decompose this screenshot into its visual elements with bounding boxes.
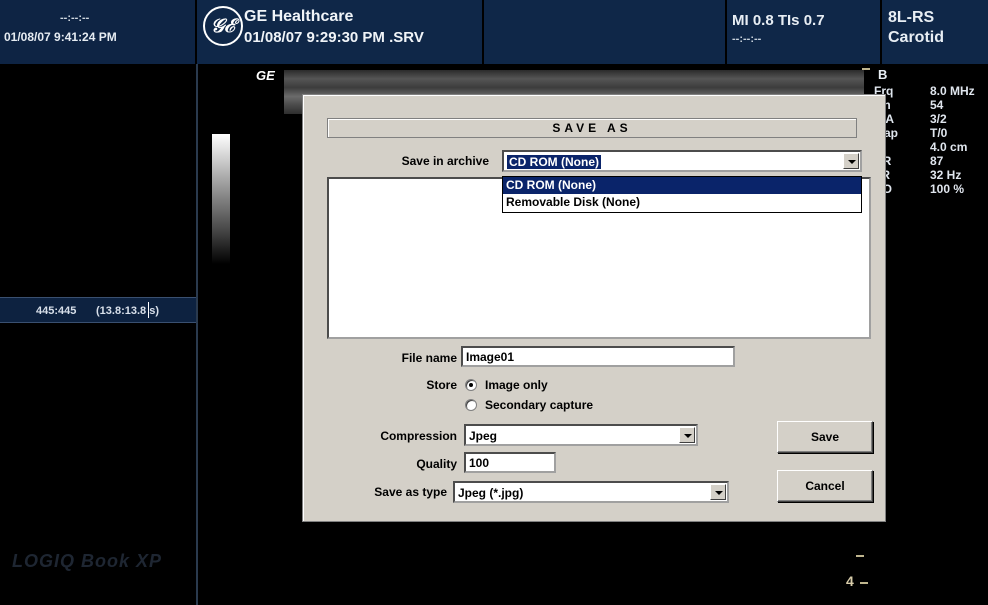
probe-panel: 8L-RS Carotid (882, 0, 988, 64)
parameters-panel: B Frq 8.0 MHz Gn 54 E/A 3/2 Map T/0 D 4.… (874, 64, 988, 605)
store-secondary-capture-radio[interactable] (465, 399, 477, 411)
depth-marker: 4 (846, 573, 854, 589)
save-as-dialog: SAVE AS Save in archive CD ROM (None) CD… (302, 94, 886, 522)
preset-name: Carotid (888, 29, 944, 46)
left-panel: 445:445 (13.8:13.8 s) LOGIQ Book XP (0, 64, 198, 605)
store-option-label[interactable]: Image only (485, 378, 548, 392)
archive-selected-value: CD ROM (None) (506, 154, 602, 170)
chevron-down-icon[interactable] (710, 484, 726, 500)
header-spacer (484, 0, 727, 64)
probe-name: 8L-RS (888, 9, 935, 26)
param-value: 4.0 cm (930, 140, 968, 154)
exam-datetime: 01/08/07 9:29:30 PM .SRV (244, 29, 424, 46)
cine-time: (13.8:13.8 s) (96, 305, 159, 317)
top-status-bar: --:--:-- 01/08/07 9:41:24 PM 𝒢ℰ GE Healt… (0, 0, 988, 64)
archive-select[interactable]: CD ROM (None) (502, 150, 862, 172)
param-row: DR 87 (874, 154, 988, 168)
mode-label: B (878, 67, 888, 82)
param-row: AO 100 % (874, 182, 988, 196)
file-name-label: File name (401, 351, 457, 365)
cine-frame-count: 445:445 (36, 305, 77, 317)
ge-logo-icon: 𝒢ℰ (203, 6, 243, 46)
mi-tis-readout: MI 0.8 TIs 0.7 (732, 12, 825, 29)
quality-label: Quality (416, 457, 457, 471)
param-value: 32 Hz (930, 168, 962, 182)
save-button[interactable]: Save (777, 421, 873, 453)
param-value: 8.0 MHz (930, 84, 975, 98)
store-label: Store (426, 378, 457, 392)
save-as-type-label: Save as type (374, 485, 447, 499)
compression-label: Compression (380, 429, 457, 443)
cine-bar[interactable]: 445:445 (13.8:13.8 s) (0, 297, 196, 323)
grayscale-bar (212, 134, 230, 264)
param-row: FR 32 Hz (874, 168, 988, 182)
chevron-down-icon[interactable] (843, 153, 859, 169)
depth-tick (862, 68, 870, 70)
depth-tick (856, 555, 864, 557)
file-name-field[interactable]: Image01 (461, 346, 735, 367)
archive-option[interactable]: CD ROM (None) (503, 177, 861, 194)
param-value: T/0 (930, 126, 948, 140)
mi-sub-readout: --:--:-- (732, 33, 762, 45)
param-value: 100 % (930, 182, 965, 196)
store-image-only-radio[interactable] (465, 379, 477, 391)
compression-select[interactable]: Jpeg (464, 424, 698, 446)
save-as-type-value: Jpeg (*.jpg) (458, 486, 524, 500)
cine-cursor[interactable] (148, 302, 149, 318)
param-row: Gn 54 (874, 98, 988, 112)
mi-tis-panel: MI 0.8 TIs 0.7 --:--:-- (727, 0, 882, 64)
current-datetime: 01/08/07 9:41:24 PM (4, 30, 117, 44)
quality-field[interactable]: 100 (464, 452, 556, 473)
param-row: E/A 3/2 (874, 112, 988, 126)
system-watermark: LOGIQ Book XP (12, 551, 163, 571)
store-option-label[interactable]: Secondary capture (485, 398, 593, 412)
dialog-title: SAVE AS (327, 118, 857, 138)
patient-header: 𝒢ℰ GE Healthcare 01/08/07 9:29:30 PM .SR… (197, 0, 484, 64)
param-value: 87 (930, 154, 944, 168)
clock-panel: --:--:-- 01/08/07 9:41:24 PM (0, 0, 197, 64)
compression-value: Jpeg (469, 429, 498, 443)
archive-option[interactable]: Removable Disk (None) (503, 194, 861, 211)
depth-tick (860, 582, 868, 584)
param-row: Frq 8.0 MHz (874, 84, 988, 98)
ge-orientation-mark: GE (256, 68, 275, 83)
save-in-archive-label: Save in archive (401, 154, 489, 168)
cancel-button[interactable]: Cancel (777, 470, 873, 502)
chevron-down-icon[interactable] (679, 427, 695, 443)
param-row: D 4.0 cm (874, 140, 988, 154)
elapsed-time: --:--:-- (60, 12, 90, 24)
param-value: 54 (930, 98, 944, 112)
param-value: 3/2 (930, 112, 947, 126)
archive-dropdown-list[interactable]: CD ROM (None) Removable Disk (None) (502, 176, 862, 213)
brand-name: GE Healthcare (244, 8, 354, 25)
param-row: Map T/0 (874, 126, 988, 140)
save-as-type-select[interactable]: Jpeg (*.jpg) (453, 481, 729, 503)
